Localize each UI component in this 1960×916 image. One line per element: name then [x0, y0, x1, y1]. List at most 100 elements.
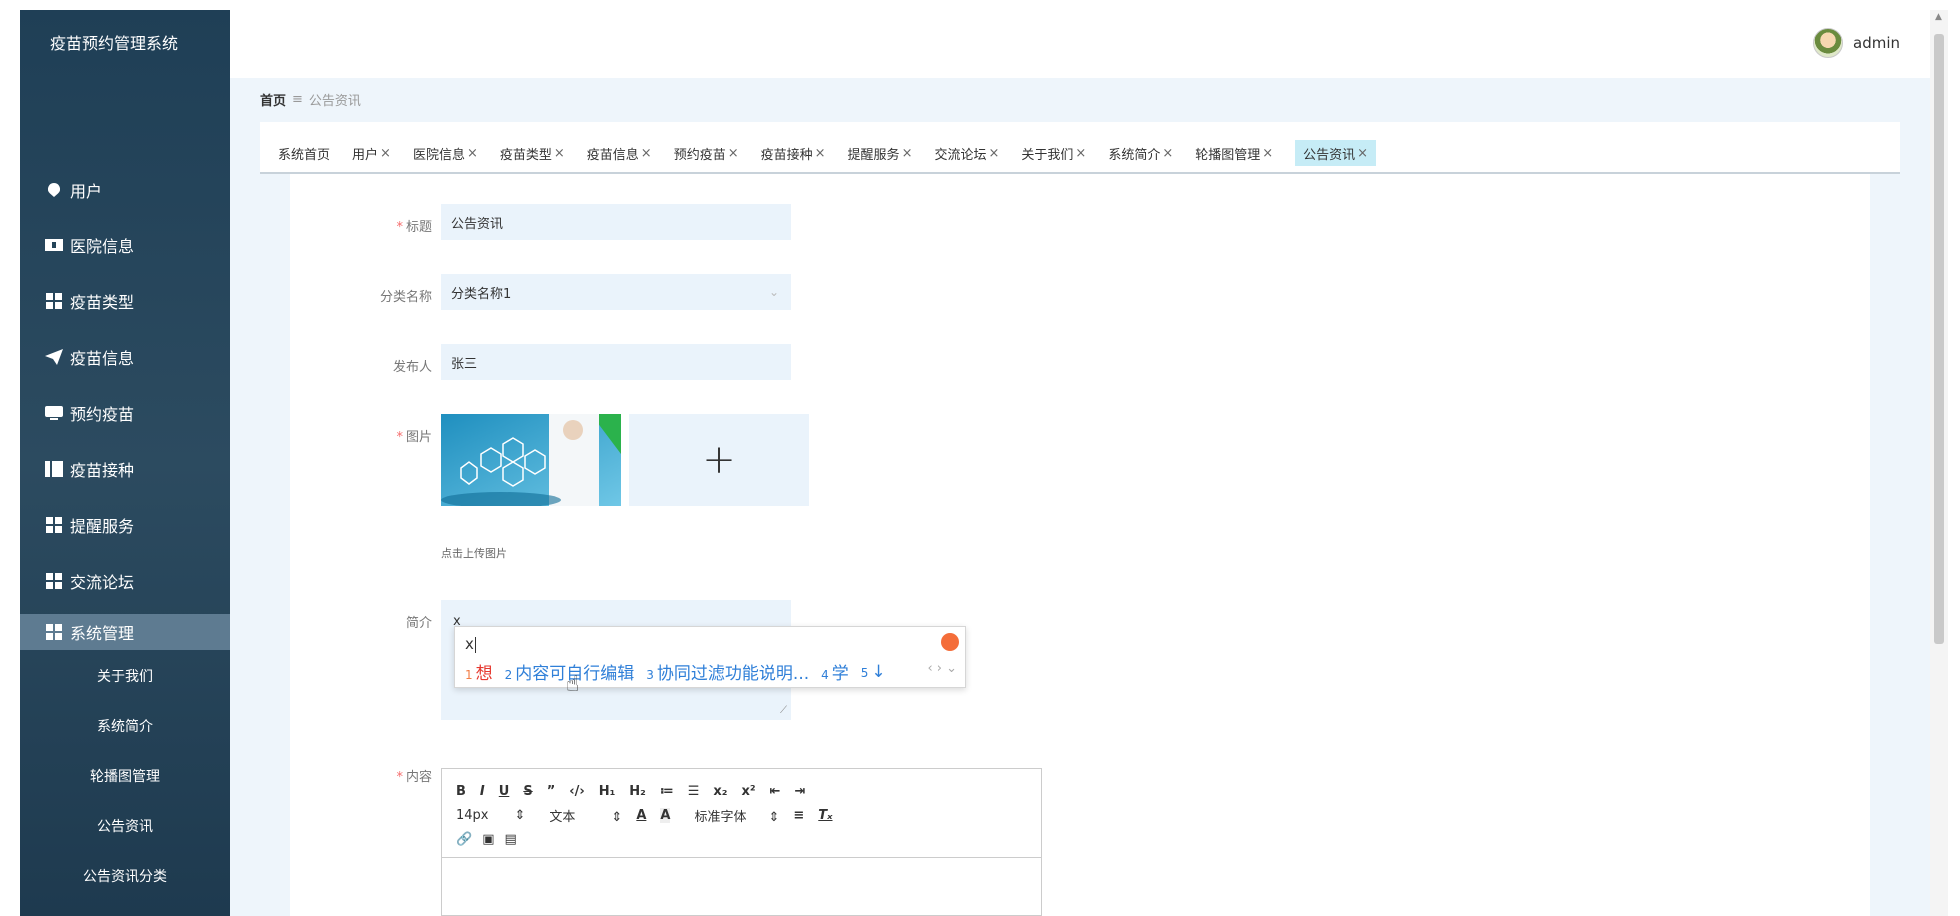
chevron-down-icon: ⌄ [768, 285, 779, 299]
chat-bubble-icon [44, 180, 64, 200]
tab-vaccine-info[interactable]: 疫苗信息 × [587, 140, 652, 166]
font-color-button[interactable]: A [636, 808, 646, 823]
user-menu[interactable]: admin [1813, 28, 1900, 58]
title-field[interactable]: 公告资讯 [441, 204, 791, 240]
code-button[interactable]: ‹/› [569, 784, 584, 799]
h2-button[interactable]: H₂ [629, 784, 646, 799]
tab-reminder[interactable]: 提醒服务 × [848, 140, 913, 166]
superscript-button[interactable]: x² [741, 784, 755, 799]
close-icon[interactable]: × [1162, 146, 1173, 161]
close-icon[interactable]: × [1075, 146, 1086, 161]
close-icon[interactable]: × [728, 146, 739, 161]
paper-plane-icon [44, 347, 64, 367]
sidebar-item-vaccine-info[interactable]: 疫苗信息 [20, 337, 230, 377]
monitor-icon [44, 403, 64, 423]
font-size-select[interactable]: 14px ⇕ [456, 808, 525, 823]
avatar [1813, 28, 1843, 58]
link-icon[interactable]: 🔗 [456, 832, 472, 847]
close-icon[interactable]: × [1357, 146, 1368, 161]
clear-format-button[interactable]: Tₓ [818, 808, 832, 823]
scroll-thumb[interactable] [1934, 34, 1944, 644]
tab-label: 系统简介 [1108, 147, 1161, 163]
uploaded-image[interactable] [441, 414, 621, 506]
sidebar-item-vaccination[interactable]: 疫苗接种 [20, 449, 230, 489]
font-family-select[interactable]: 标准字体 ⇕ [694, 806, 779, 825]
close-icon[interactable]: × [380, 146, 391, 161]
italic-button[interactable]: I [480, 784, 485, 799]
tab-vaccine-type[interactable]: 疫苗类型 × [500, 140, 565, 166]
video-icon[interactable]: ▤ [504, 832, 516, 847]
book-icon [44, 459, 64, 479]
publisher-field[interactable]: 张三 [441, 344, 791, 380]
tab-vaccination[interactable]: 疫苗接种 × [761, 140, 826, 166]
ime-candidate[interactable]: 5 ↓ [861, 662, 886, 682]
tab-users[interactable]: 用户 × [352, 140, 391, 166]
sidebar-subitem-news-category[interactable]: 公告资讯分类 [20, 856, 230, 896]
upload-hint: 点击上传图片 [441, 547, 507, 560]
outdent-button[interactable]: ⇤ [770, 784, 781, 799]
breadcrumb-home[interactable]: 首页 [260, 90, 286, 109]
page-scrollbar[interactable]: ▲ [1930, 10, 1948, 916]
sidebar-item-vaccine-type[interactable]: 疫苗类型 [20, 281, 230, 321]
strike-button[interactable]: S [523, 784, 532, 799]
close-icon[interactable]: × [815, 146, 826, 161]
resize-handle-icon[interactable]: ⟋ [780, 705, 787, 716]
breadcrumb: 首页 ≡ 公告资讯 [260, 90, 361, 109]
ime-page-nav[interactable]: ‹ › ⌄ [927, 661, 957, 676]
close-icon[interactable]: × [902, 146, 913, 161]
underline-button[interactable]: U [499, 784, 510, 799]
sidebar-item-users[interactable]: 用户 [20, 170, 230, 210]
sidebar-item-label: 疫苗信息 [70, 349, 135, 368]
tab-hospital[interactable]: 医院信息 × [413, 140, 478, 166]
text-type-select[interactable]: 文本 ⇕ [549, 806, 622, 825]
close-icon[interactable]: × [467, 146, 478, 161]
ime-logo-icon[interactable] [941, 633, 959, 651]
bullet-list-button[interactable]: ☰ [688, 784, 700, 799]
tab-about[interactable]: 关于我们 × [1021, 140, 1086, 166]
ordered-list-button[interactable]: ≔ [660, 784, 674, 799]
bold-button[interactable]: B [456, 784, 466, 799]
h1-button[interactable]: H₁ [599, 784, 616, 799]
sidebar-item-label: 提醒服务 [70, 517, 135, 536]
sidebar-item-label: 医院信息 [70, 237, 135, 256]
sidebar-item-booking[interactable]: 预约疫苗 [20, 393, 230, 433]
tab-intro[interactable]: 系统简介 × [1108, 140, 1173, 166]
close-icon[interactable]: × [641, 146, 652, 161]
quote-button[interactable]: ” [547, 784, 556, 799]
sidebar-subitem-intro[interactable]: 系统简介 [20, 706, 230, 746]
scroll-up-icon[interactable]: ▲ [1935, 12, 1942, 22]
upload-button[interactable]: + [629, 414, 809, 506]
sidebar-item-label: 疫苗接种 [70, 461, 135, 480]
tab-booking[interactable]: 预约疫苗 × [674, 140, 739, 166]
sidebar: 疫苗预约管理系统 用户 医院信息 疫苗类型 疫苗信息 预约疫苗 疫苗接种 提醒服… [20, 10, 230, 916]
tab-home[interactable]: 系统首页 [278, 140, 330, 166]
subscript-button[interactable]: x₂ [713, 784, 727, 799]
app-title: 疫苗预约管理系统 [50, 34, 179, 53]
rich-text-editor[interactable]: B I U S ” ‹/› H₁ H₂ ≔ ☰ x₂ x² ⇤ ⇥ 14px ⇕ … [441, 768, 1042, 916]
sidebar-item-forum[interactable]: 交流论坛 [20, 561, 230, 601]
close-icon[interactable]: × [988, 146, 999, 161]
sidebar-subitem-about[interactable]: 关于我们 [20, 656, 230, 696]
tab-news[interactable]: 公告资讯 × [1295, 140, 1377, 166]
category-select[interactable]: 分类名称1 ⌄ [441, 274, 791, 310]
tab-label: 提醒服务 [847, 147, 900, 163]
top-bar: admin [230, 10, 1930, 78]
image-icon[interactable]: ▣ [482, 832, 494, 847]
indent-button[interactable]: ⇥ [794, 784, 805, 799]
align-button[interactable]: ≡ [793, 808, 804, 823]
sidebar-subitem-news[interactable]: 公告资讯 [20, 806, 230, 846]
ime-candidate[interactable]: 4学 [821, 659, 849, 684]
tab-label: 交流论坛 [934, 147, 987, 163]
close-icon[interactable]: × [554, 146, 565, 161]
tab-forum[interactable]: 交流论坛 × [934, 140, 999, 166]
ime-candidate[interactable]: 3 协同过滤功能说明... [646, 659, 809, 684]
close-icon[interactable]: × [1262, 146, 1273, 161]
background-color-button[interactable]: A [660, 807, 671, 823]
sidebar-item-system[interactable]: 系统管理 [20, 614, 230, 650]
sidebar-item-hospital[interactable]: 医院信息 [20, 225, 230, 265]
sidebar-item-reminder[interactable]: 提醒服务 [20, 505, 230, 545]
grid-icon [44, 622, 64, 642]
tab-carousel[interactable]: 轮播图管理 × [1195, 140, 1273, 166]
ime-candidate[interactable]: 1想 [465, 659, 493, 684]
sidebar-subitem-carousel[interactable]: 轮播图管理 [20, 756, 230, 796]
